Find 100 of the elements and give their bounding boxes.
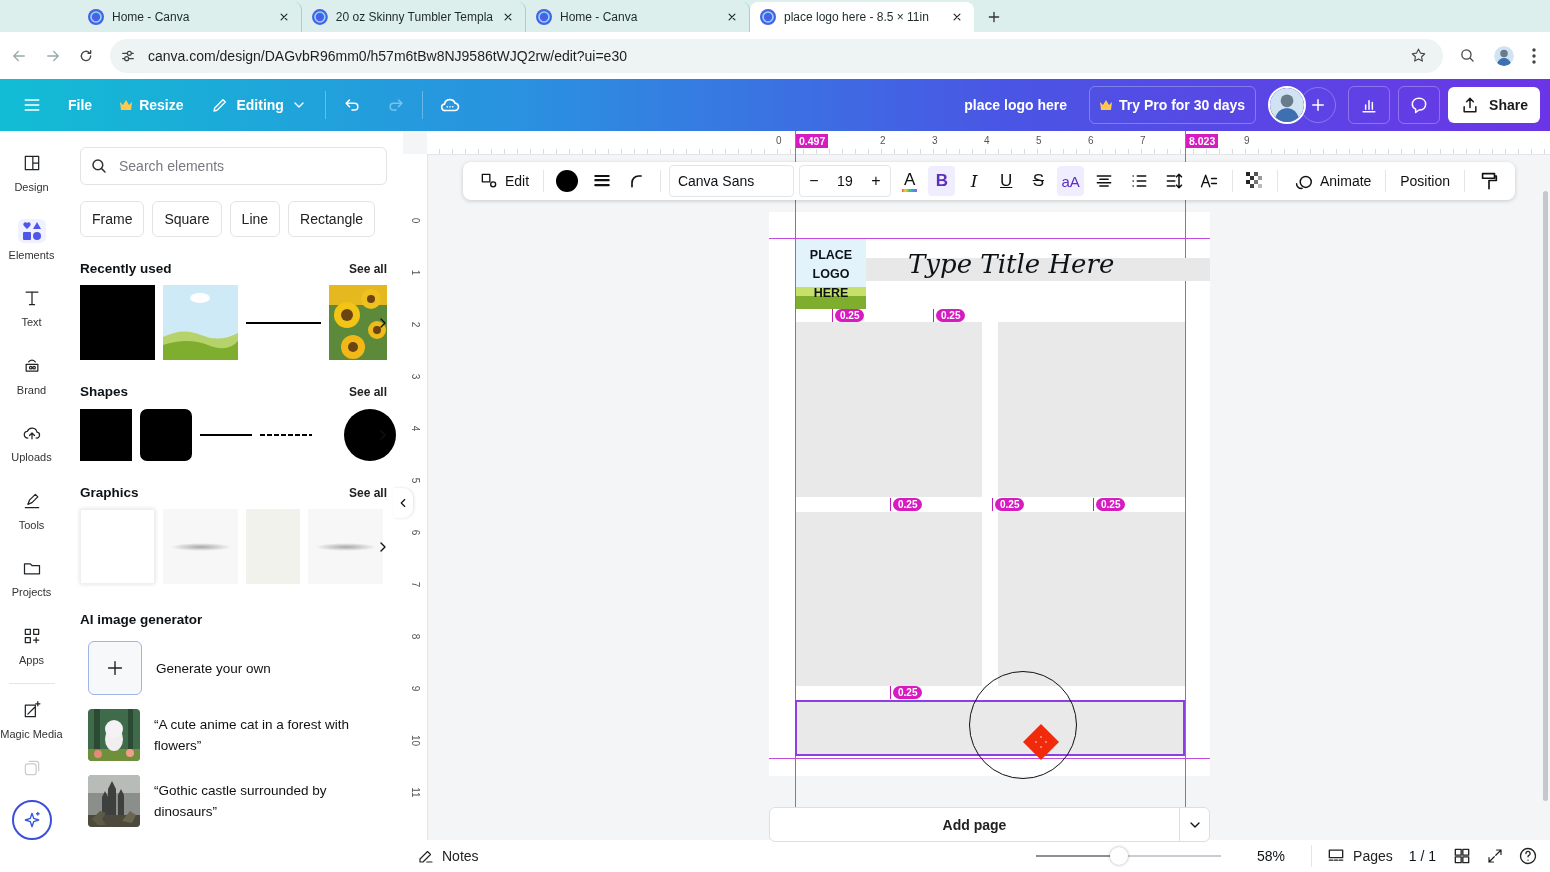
filter-chip[interactable]: Square [152, 201, 222, 237]
sidebar-item[interactable]: Text [0, 286, 63, 354]
circle-shape[interactable] [344, 409, 396, 461]
filter-chip[interactable]: Frame [80, 201, 145, 237]
see-all-link[interactable]: See all [348, 385, 387, 399]
ruler-label: 2 [880, 135, 886, 146]
search-icon [90, 157, 108, 175]
prompt-text[interactable]: “A cute anime cat in a forest with flowers” [154, 714, 387, 756]
ruler-label: 6 [1088, 135, 1094, 146]
diamond-shape[interactable] [1022, 723, 1060, 761]
ruler-label: 7 [409, 580, 421, 590]
title-text[interactable]: Type Title Here [908, 249, 1115, 279]
user-avatar[interactable] [1268, 86, 1307, 124]
edit-button[interactable]: Edit [473, 166, 536, 196]
color-swatch[interactable] [556, 170, 579, 192]
ruler-marker: 8.023 [1186, 134, 1219, 148]
ruler-label: 5 [409, 476, 421, 486]
help-icon [1518, 846, 1538, 866]
section-title: Shapes [80, 384, 129, 399]
ruler-label: 9 [409, 684, 421, 694]
format-button[interactable]: I [960, 166, 988, 196]
site-icon [760, 9, 776, 25]
site-icon [88, 9, 104, 25]
document-title[interactable]: place logo here [964, 97, 1067, 113]
sidebar-item[interactable]: Elements [0, 218, 63, 286]
ruler-label: 2 [409, 320, 421, 330]
format-button[interactable]: aA [1057, 166, 1085, 196]
shapes-icon [17, 218, 46, 243]
landscape-graphic[interactable] [163, 285, 238, 360]
format-button[interactable]: S [1024, 166, 1052, 196]
ruler-label: 0 [409, 216, 421, 226]
sidebar-label: Elements [8, 248, 55, 261]
ruler-label: 7 [1140, 135, 1146, 146]
sidebar-item[interactable]: Projects [0, 556, 63, 624]
ruler-label: 6 [409, 528, 421, 538]
sidebar-item[interactable]: Design [0, 151, 63, 219]
see-all-link[interactable]: See all [348, 262, 387, 276]
tab-title: place logo here - 8.5 × 11in [784, 10, 930, 24]
dashed-line-shape[interactable] [260, 434, 312, 436]
ruler-label: 3 [932, 135, 938, 146]
zoom-percentage[interactable]: 58% [1257, 848, 1286, 864]
generate-label[interactable]: Generate your own [156, 657, 271, 679]
sidebar-item[interactable]: Brand [0, 353, 63, 421]
url-text: canva.com/design/DAGvbR96mm0/h57m6tBw8NJ9586tWJQ2rw/edit?ui=e30 [148, 47, 627, 64]
profile-avatar[interactable] [1492, 43, 1516, 68]
see-all-link[interactable]: See all [348, 486, 387, 500]
filter-chip[interactable]: Line [229, 201, 281, 237]
line-spacing-icon [1164, 171, 1185, 191]
site-icon [536, 9, 552, 25]
pages-button[interactable]: Pages [1326, 842, 1393, 870]
new-tab-icon [986, 9, 1002, 25]
reload-icon [78, 47, 94, 64]
ruler-label: 4 [984, 135, 990, 146]
format-button[interactable]: U [992, 166, 1020, 196]
ruler-label: 4 [409, 424, 421, 434]
format-button[interactable]: B [928, 166, 956, 196]
insights-button[interactable] [1348, 86, 1391, 124]
search-field[interactable]: Search elements [80, 147, 387, 185]
add-page-button[interactable]: Add page [770, 816, 1179, 833]
browser-tab[interactable]: place logo here - 8.5 × 11in [750, 2, 974, 32]
sidebar-item[interactable]: Apps [0, 623, 63, 691]
logo-placeholder[interactable]: PLACE LOGO HERE [796, 239, 866, 309]
ruler-label: 9 [1244, 135, 1250, 146]
decrease-size-button[interactable]: − [799, 166, 828, 196]
sidebar-label: Design [14, 181, 49, 193]
lens-icon [1459, 47, 1476, 64]
line-shape[interactable] [246, 321, 321, 324]
position-button[interactable]: Position [1394, 166, 1457, 196]
sidebar-item[interactable]: Tools [0, 488, 63, 556]
magic-button[interactable] [11, 799, 52, 840]
animate-button[interactable]: Animate [1286, 166, 1378, 196]
collapse-panel-button[interactable] [393, 488, 413, 518]
share-button[interactable]: Share [1448, 87, 1540, 123]
comments-button[interactable] [1398, 86, 1441, 124]
increase-size-button[interactable]: + [861, 166, 890, 196]
ruler-label: 8 [409, 632, 421, 642]
address-bar[interactable]: canva.com/design/DAGvbR96mm0/h57m6tBw8NJ9586tWJQ2rw/edit?ui=e30 [110, 38, 1443, 73]
selected-text-box[interactable] [795, 700, 1185, 756]
more-menu-icon[interactable] [1532, 47, 1536, 64]
filter-chip[interactable]: Rectangle [288, 201, 376, 237]
try-pro-button[interactable]: Try Pro for 30 days [1089, 86, 1257, 124]
sidebar-label: Brand [16, 383, 47, 396]
crown-icon [1100, 100, 1112, 110]
font-dropdown[interactable]: Canva Sans [668, 165, 794, 197]
zoom-slider-thumb[interactable] [1110, 847, 1129, 865]
sidebar-item[interactable]: Uploads [0, 421, 63, 489]
font-size-value[interactable]: 19 [827, 173, 862, 189]
ruler-label: 5 [1036, 135, 1042, 146]
ruler-marker: 0.497 [796, 134, 829, 148]
scrollbar[interactable] [1543, 191, 1548, 801]
sidebar-label: Tools [18, 518, 45, 531]
checker-icon [1246, 172, 1265, 190]
logo-text: PLACE LOGO HERE [808, 246, 854, 302]
text-color-button[interactable]: A [901, 170, 918, 192]
sidebar-label: Uploads [11, 451, 52, 463]
sidebar-item[interactable]: Magic Media [0, 698, 63, 766]
ruler-label: 11 [409, 786, 421, 800]
prompt-text[interactable]: “Gothic castle surrounded by dinosaurs” [154, 780, 387, 822]
grid-icon [1452, 846, 1472, 866]
notes-button[interactable]: Notes [417, 842, 479, 870]
